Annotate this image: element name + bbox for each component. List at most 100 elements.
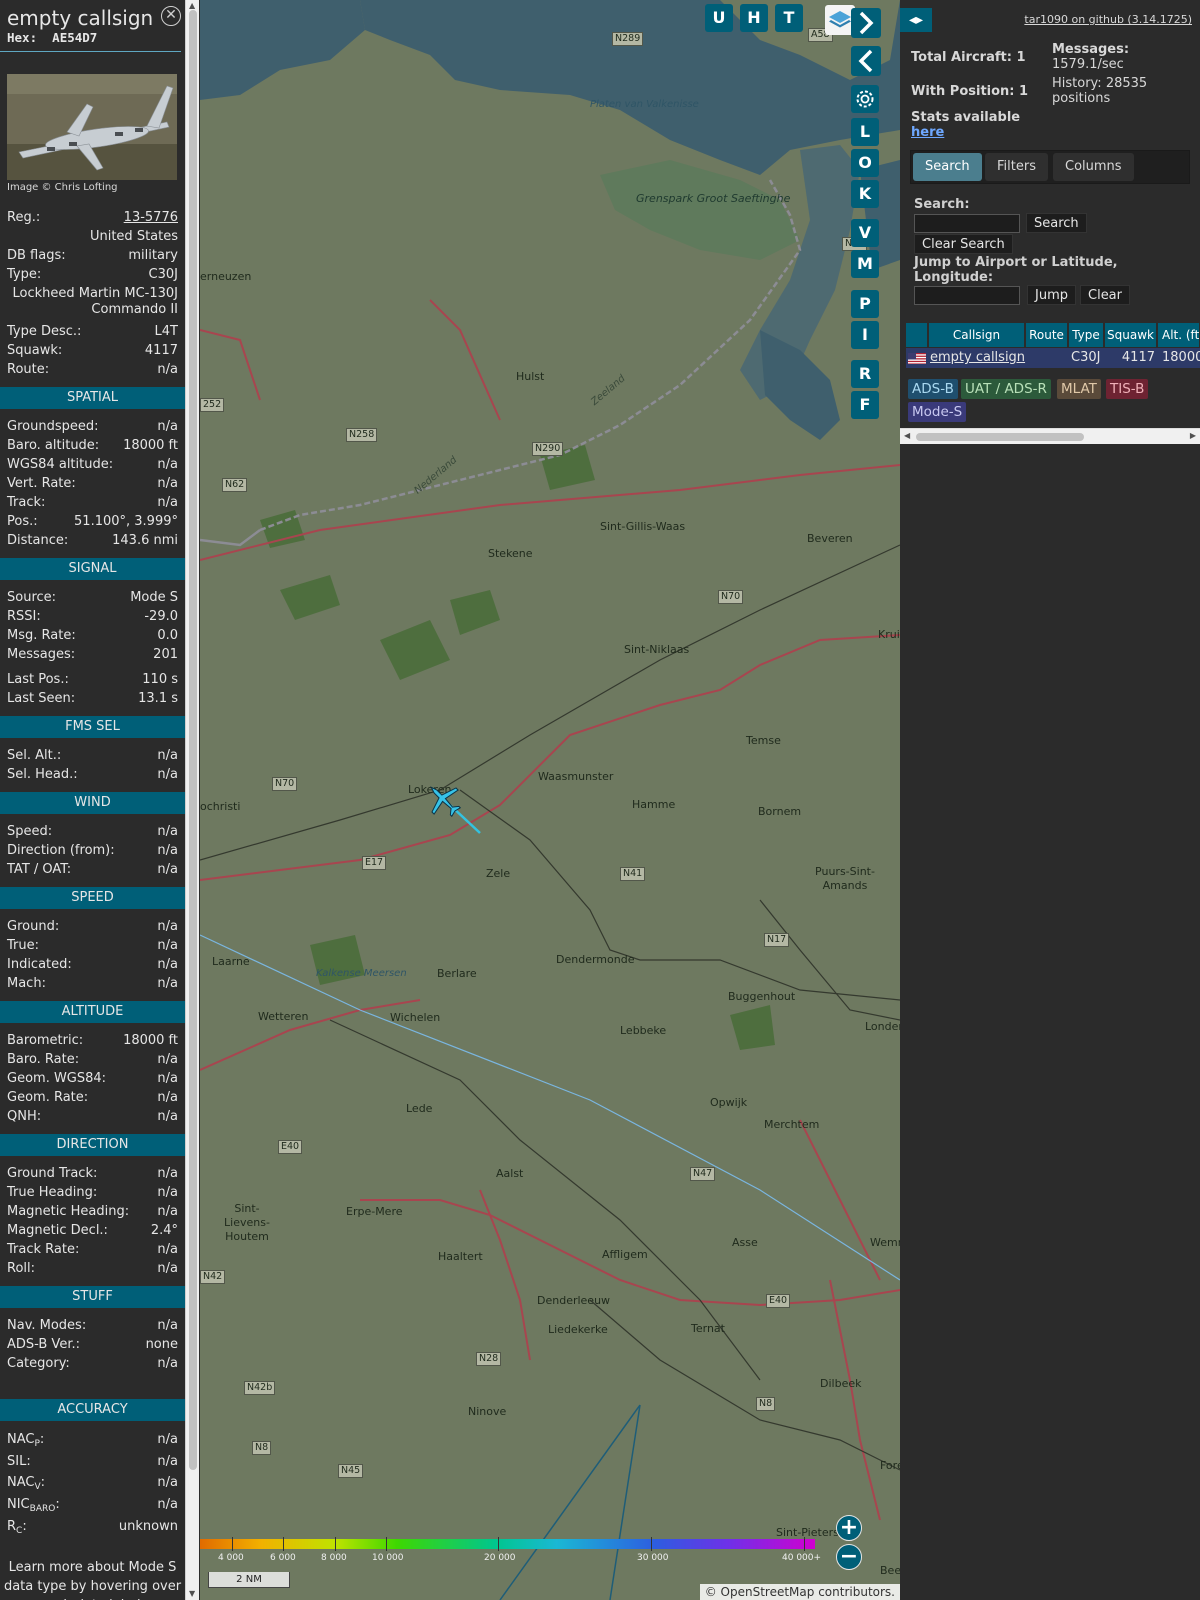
- row-type: C30J: [1071, 350, 1101, 365]
- osm-link[interactable]: OpenStreetMap: [721, 1585, 815, 1599]
- aircraft-photo[interactable]: [7, 74, 177, 180]
- place-label: Haaltert: [438, 1250, 483, 1263]
- info-row: Distance: 143.6 nmi: [7, 533, 178, 548]
- search-button[interactable]: Search: [1026, 213, 1087, 233]
- map-view[interactable]: Sint-Gillis-Waas Stekene Beveren Sint-Ni…: [200, 0, 900, 1600]
- aircraft-full-type: Lockheed Martin MC-130J Commando II: [12, 286, 178, 317]
- close-icon[interactable]: ✕: [161, 6, 181, 26]
- expand-right-icon[interactable]: [851, 8, 881, 38]
- altitude-tick: [283, 1537, 284, 1551]
- altitude-tick-label: 40 000+: [782, 1553, 822, 1563]
- history-stat: History: 28535 positions: [1052, 76, 1148, 106]
- clear-button[interactable]: Clear: [1080, 285, 1130, 305]
- place-label: Kruib: [878, 628, 900, 641]
- map-button-f[interactable]: F: [851, 391, 879, 419]
- info-row: Nav. Modes: n/a: [7, 1318, 178, 1333]
- tab-filters[interactable]: Filters: [985, 153, 1048, 181]
- github-link[interactable]: tar1090 on github (3.14.1725): [1024, 13, 1192, 26]
- row-squawk: 4117: [1121, 350, 1155, 365]
- scale-line: 2 NM: [208, 1572, 290, 1588]
- search-input[interactable]: [914, 214, 1020, 233]
- altitude-gradient-bar: [200, 1539, 815, 1549]
- table-header-flag[interactable]: [906, 323, 928, 347]
- map-button-i[interactable]: I: [851, 321, 879, 349]
- place-label: Wetteren: [258, 1010, 309, 1023]
- place-label: Fore: [880, 1459, 900, 1472]
- row-callsign-link[interactable]: empty callsign: [930, 348, 1026, 368]
- info-row: Baro. Rate: n/a: [7, 1052, 178, 1067]
- scroll-right-arrow-icon[interactable]: ▶: [1190, 431, 1196, 440]
- info-row: Magnetic Decl.: 2.4°: [7, 1223, 178, 1238]
- zoom-in-icon[interactable]: +: [836, 1515, 862, 1541]
- map-button-o[interactable]: O: [851, 149, 879, 177]
- table-header-route[interactable]: Route: [1026, 323, 1068, 347]
- info-row: Sel. Alt.: n/a: [7, 748, 178, 763]
- section-wind: WIND: [0, 792, 185, 814]
- table-header-callsign[interactable]: Callsign: [929, 323, 1025, 347]
- registration-link[interactable]: 13-5776: [124, 208, 178, 227]
- jump-input[interactable]: [914, 286, 1020, 305]
- country: United States: [89, 229, 178, 244]
- table-horizontal-scrollbar[interactable]: ◀ ▶: [900, 428, 1200, 444]
- place-label: Stekene: [488, 547, 533, 560]
- place-label: Lede: [406, 1102, 433, 1115]
- water-label: Platen van Valkenisse: [590, 99, 699, 110]
- place-label: Hamme: [632, 798, 676, 811]
- place-label: Buggenhout: [728, 990, 796, 1003]
- map-button-r[interactable]: R: [851, 360, 879, 388]
- table-header-altitude[interactable]: Alt. (ft): [1158, 323, 1200, 347]
- place-label: Liedekerke: [548, 1323, 608, 1336]
- section-stuff: STUFF: [0, 1286, 185, 1308]
- altitude-tick: [386, 1537, 387, 1551]
- table-header-squawk[interactable]: Squawk: [1105, 323, 1157, 347]
- info-row: Geom. Rate: n/a: [7, 1090, 178, 1105]
- map-button-u[interactable]: U: [705, 4, 733, 32]
- scrollbar-thumb[interactable]: [189, 10, 197, 1470]
- map-button-k[interactable]: K: [851, 180, 879, 208]
- scroll-up-arrow-icon[interactable]: ▲: [189, 1, 195, 10]
- details-list: Reg.: 13-5776 United States DB flags: mili…: [0, 208, 185, 379]
- badge-adsb: ADS-B: [908, 379, 958, 399]
- section-altitude: ALTITUDE: [0, 1001, 185, 1023]
- info-panel-scrollbar[interactable]: ▲ ▼: [185, 0, 199, 1600]
- map-button-h[interactable]: H: [740, 4, 768, 32]
- section-fms-sel: FMS SEL: [0, 716, 185, 738]
- table-row[interactable]: empty callsign C30J 4117 18000: [906, 348, 1200, 368]
- hscroll-thumb[interactable]: [916, 433, 1084, 441]
- altitude-tick-label: 30 000: [637, 1553, 669, 1563]
- road-label: N42: [200, 1270, 226, 1284]
- clear-search-button[interactable]: Clear Search: [914, 234, 1013, 254]
- map-button-m[interactable]: M: [851, 250, 879, 278]
- section-signal: SIGNAL: [0, 558, 185, 580]
- info-header: empty callsign Hex: AE54D7 ✕: [0, 0, 181, 52]
- map-button-t[interactable]: T: [775, 4, 803, 32]
- hex-code: AE54D7: [52, 30, 98, 45]
- scroll-down-arrow-icon[interactable]: ▼: [189, 1589, 195, 1598]
- place-label: Erpe-Mere: [346, 1205, 403, 1218]
- jump-button[interactable]: Jump: [1027, 285, 1076, 305]
- collapse-left-icon[interactable]: [851, 46, 881, 76]
- detail-row-route: Route: n/a: [7, 362, 178, 377]
- split-arrows-icon[interactable]: ◂▸: [900, 8, 932, 32]
- map-button-v[interactable]: V: [851, 219, 879, 247]
- place-label: Beveren: [807, 532, 853, 545]
- info-sections: SPATIAL Groundspeed: n/a Baro. altitude: 1…: [0, 387, 185, 1600]
- tab-search[interactable]: Search: [913, 153, 982, 181]
- road-label: N28: [476, 1352, 502, 1366]
- map-button-l[interactable]: L: [851, 118, 879, 146]
- map-button-p[interactable]: P: [851, 290, 879, 318]
- table-header-type[interactable]: Type: [1069, 323, 1104, 347]
- place-label: Laarne: [212, 955, 250, 968]
- settings-gear-icon[interactable]: [851, 85, 879, 113]
- road-label: E17: [362, 856, 387, 870]
- info-row: Category: n/a: [7, 1356, 178, 1371]
- aircraft-info-panel: empty callsign Hex: AE54D7 ✕ Image © Chr…: [0, 0, 185, 1600]
- info-row: Direction (from): n/a: [7, 843, 178, 858]
- tab-columns[interactable]: Columns: [1053, 153, 1134, 181]
- stats-available: Stats available here: [911, 110, 1021, 140]
- place-label: Denderleeuw: [537, 1294, 611, 1307]
- scroll-left-arrow-icon[interactable]: ◀: [904, 431, 910, 440]
- zoom-out-icon[interactable]: −: [836, 1544, 862, 1570]
- road-label: E40: [278, 1140, 303, 1154]
- stats-link[interactable]: here: [911, 125, 944, 140]
